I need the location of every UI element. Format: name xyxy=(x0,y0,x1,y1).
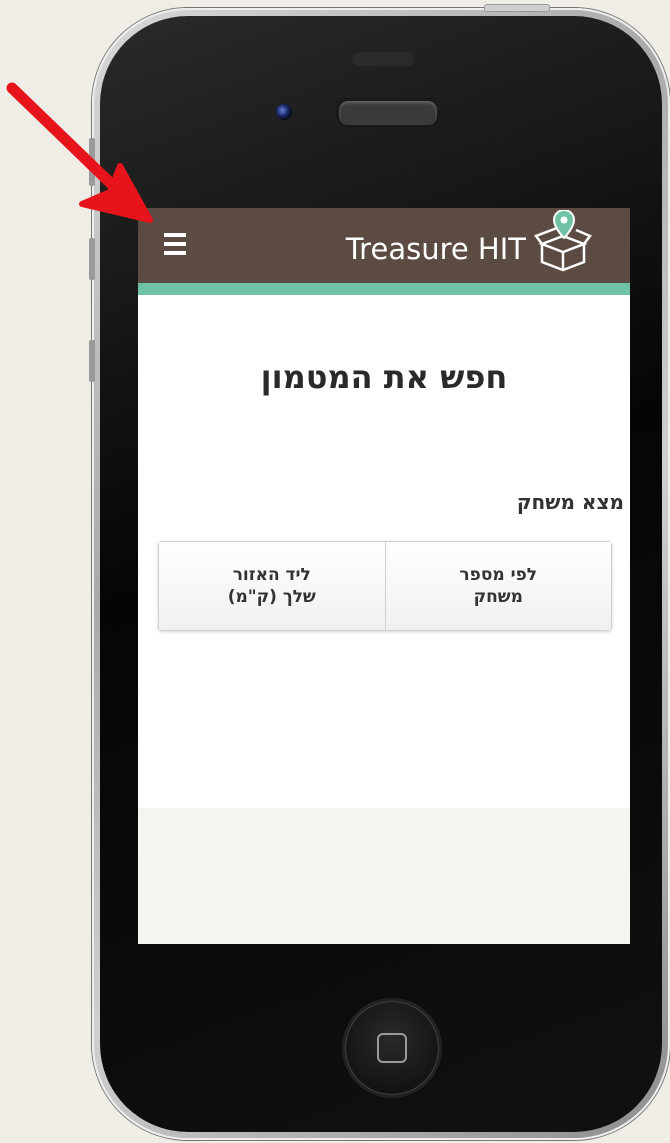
by-game-number-button-line2: משחק xyxy=(473,587,523,607)
home-button[interactable] xyxy=(342,998,442,1098)
power-button xyxy=(484,4,550,12)
treasure-box-pin-icon xyxy=(534,210,592,272)
near-area-button-line2: שלך (ק"מ) xyxy=(227,587,316,607)
volume-down-button xyxy=(89,340,95,382)
by-game-number-button-line1: לפי מספר xyxy=(459,565,538,585)
earpiece-slit xyxy=(352,52,414,66)
app-title: Treasure HIT xyxy=(345,232,526,266)
page-title: חפש את המטמון xyxy=(260,358,508,396)
near-area-button-line1: ליד האזור xyxy=(232,565,311,585)
red-arrow-icon xyxy=(6,82,153,223)
screen-footer-area xyxy=(138,808,630,944)
near-area-button[interactable]: ליד האזור שלך (ק"מ) xyxy=(159,542,385,630)
find-game-label: מצא משחק xyxy=(516,490,624,514)
by-game-number-button[interactable]: לפי מספר משחק xyxy=(384,542,611,630)
speaker-grille xyxy=(336,98,440,128)
phone-screen: Treasure HIT חפש את המטמון מצא משחק ליד … xyxy=(138,208,630,944)
front-camera-icon xyxy=(276,104,292,120)
home-square-icon xyxy=(377,1033,407,1063)
volume-up-button xyxy=(89,238,95,280)
app-header: Treasure HIT xyxy=(138,208,630,295)
find-game-button-group: ליד האזור שלך (ק"מ) לפי מספר משחק xyxy=(158,541,612,631)
